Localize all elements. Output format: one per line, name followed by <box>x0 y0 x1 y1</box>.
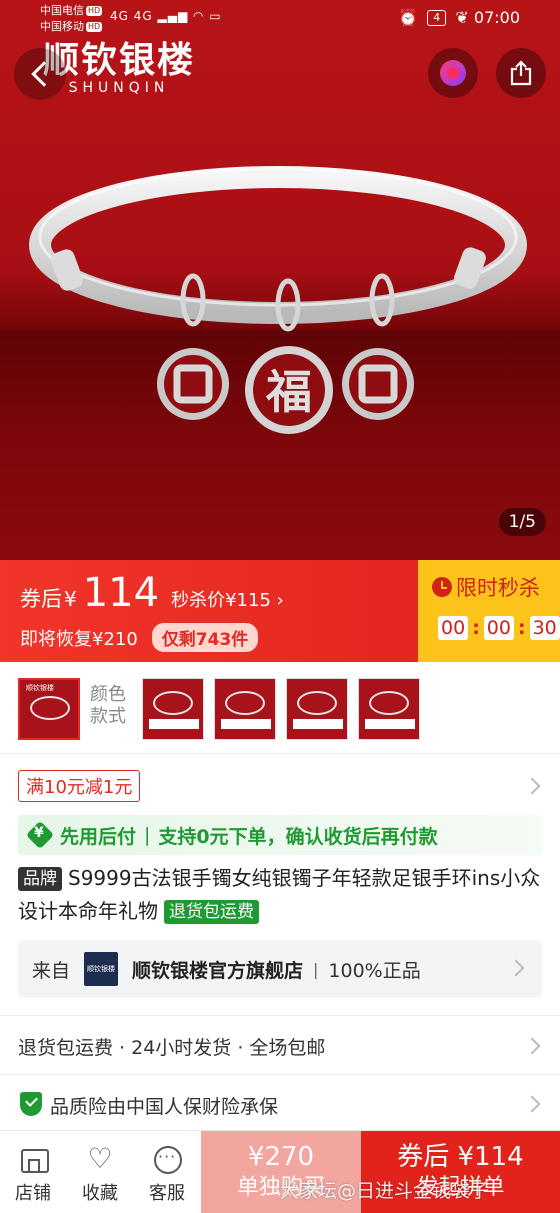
status-bar: 中国电信 HD 中国移动 HD 4G 4G ▂▄▆ ◠ ▭ ⏰ 4 ❦ 07:00 <box>0 0 560 40</box>
countdown-seconds: 30 <box>529 616 560 640</box>
clock-icon <box>432 577 452 597</box>
countdown-hours: 00 <box>438 616 469 640</box>
style-thumb-2[interactable] <box>142 678 204 740</box>
signal-indicators: 4G 4G ▂▄▆ ◠ ▭ <box>110 9 222 23</box>
style-thumb-5[interactable] <box>358 678 420 740</box>
share-button[interactable] <box>496 48 546 98</box>
service-text: 退货包运费 · 24小时发货 · 全场包邮 <box>18 1037 326 1059</box>
carrier-2: 中国移动 <box>40 20 84 33</box>
shop-genuine-label: 100%正品 <box>328 959 421 982</box>
shop-entry[interactable]: 来自 顺钦银楼 顺钦银楼官方旗舰店 | 100%正品 <box>18 940 542 998</box>
product-hero-image[interactable]: 福 中国电信 HD 中国移动 HD 4G 4G ▂▄▆ ◠ ▭ ⏰ 4 ❦ 07:0… <box>0 0 560 560</box>
favorite-label: 收藏 <box>82 1183 118 1204</box>
chevron-right-icon <box>523 1095 541 1113</box>
price-panel: 券后 ¥ 114 秒杀价¥115 › 即将恢复¥210 仅剩743件 <box>0 560 418 662</box>
carrier-info: 中国电信 HD 中国移动 HD <box>40 3 103 35</box>
chevron-right-icon <box>523 777 541 795</box>
shield-icon <box>20 1092 42 1116</box>
favorite-tab[interactable]: ♡ 收藏 <box>67 1131 133 1213</box>
shop-name: 顺钦银楼官方旗舰店 <box>132 959 304 982</box>
after-coupon-price: 114 <box>82 570 160 616</box>
image-pager: 1/5 <box>498 508 546 536</box>
flash-sale-panel: 限时秒杀 00 : 00 : 30 <box>418 560 560 662</box>
product-title-text: S9999古法银手镯女纯银镯子年轻款足银手环ins小众设计本命年礼物 <box>18 866 541 923</box>
pay-later-separator: | <box>144 824 151 846</box>
pay-later-banner[interactable]: 先用后付 | 支持0元下单，确认收货后再付款 <box>18 815 542 855</box>
watermark: 大家坛@日进斗金钱袋子 <box>280 1180 490 1202</box>
pay-later-desc: 支持0元下单，确认收货后再付款 <box>158 825 438 848</box>
chevron-right-icon <box>507 959 525 977</box>
favorite-badge-button[interactable] <box>428 48 478 98</box>
chevron-right-icon <box>523 1037 541 1055</box>
carrier-1: 中国电信 <box>40 4 84 17</box>
store-tab[interactable]: 店铺 <box>0 1131 66 1213</box>
heart-icon: ♡ <box>87 1142 113 1175</box>
heart-badge-icon <box>440 60 466 86</box>
network-label: 4G 4G <box>110 9 153 23</box>
style-thumb-4[interactable] <box>286 678 348 740</box>
group-buy-price: 券后 ¥114 <box>397 1142 524 1172</box>
insurance-text: 品质险由中国人保财险承保 <box>50 1096 279 1118</box>
price-bar: 券后 ¥ 114 秒杀价¥115 › 即将恢复¥210 仅剩743件 限时秒杀 … <box>0 560 560 662</box>
leaf-icon: ❦ <box>455 8 469 27</box>
product-title: 品牌 S9999古法银手镯女纯银镯子年轻款足银手环ins小众设计本命年礼物 退货包运… <box>18 862 548 928</box>
seckill-price-link[interactable]: 秒杀价¥115 › <box>171 586 284 612</box>
thumb-logo-text: 顺钦银楼 <box>26 684 54 692</box>
svg-text:福: 福 <box>265 365 312 419</box>
stock-remaining-badge: 仅剩743件 <box>151 623 259 652</box>
coupon-row[interactable]: 满10元减1元 <box>0 762 560 808</box>
style-thumb-1[interactable]: 顺钦银楼 <box>18 678 80 740</box>
status-right: ⏰ 4 ❦ 07:00 <box>398 8 520 27</box>
clock-time: 07:00 <box>473 8 520 27</box>
store-icon <box>19 1145 49 1173</box>
customer-service-tab[interactable]: 客服 <box>134 1131 200 1213</box>
shop-logo: 顺钦银楼 <box>84 952 119 986</box>
countdown-minutes: 00 <box>483 616 514 640</box>
buy-alone-price: ¥270 <box>247 1142 315 1172</box>
style-thumb-3[interactable] <box>214 678 276 740</box>
pay-later-icon <box>28 823 52 847</box>
back-button[interactable] <box>14 48 66 100</box>
alarm-icon: ⏰ <box>398 8 419 27</box>
flash-sale-title: 限时秒杀 <box>456 576 540 600</box>
shop-separator: | <box>313 959 319 979</box>
battery-icon: 4 <box>427 10 447 26</box>
pay-later-title: 先用后付 <box>60 825 137 848</box>
seckill-price: 秒杀价¥115 <box>171 590 271 611</box>
seckill-arrow-icon: › <box>276 590 284 611</box>
customer-service-label: 客服 <box>149 1183 185 1204</box>
share-icon <box>510 60 532 86</box>
brand-tag: 品牌 <box>18 867 62 891</box>
store-label: 店铺 <box>15 1183 51 1204</box>
hd-badge: HD <box>86 6 103 16</box>
service-row[interactable]: 退货包运费 · 24小时发货 · 全场包邮 <box>0 1015 560 1075</box>
countdown-timer: 00 : 00 : 30 <box>438 616 560 640</box>
back-arrow-icon <box>31 61 57 87</box>
chat-icon <box>153 1145 182 1174</box>
after-coupon-label: 券后 <box>20 587 62 611</box>
hd-badge: HD <box>86 22 103 32</box>
shop-from-label: 来自 <box>32 959 71 982</box>
insurance-row[interactable]: 品质险由中国人保财险承保 <box>0 1076 560 1130</box>
style-label: 颜色款式 <box>90 684 126 727</box>
restore-price: 即将恢复¥210 <box>20 628 138 650</box>
return-shipping-tag: 退货包运费 <box>164 900 259 924</box>
currency-symbol: ¥ <box>64 587 77 611</box>
style-options: 顺钦银楼 颜色款式 <box>0 662 560 754</box>
coupon-tag: 满10元减1元 <box>18 770 141 802</box>
